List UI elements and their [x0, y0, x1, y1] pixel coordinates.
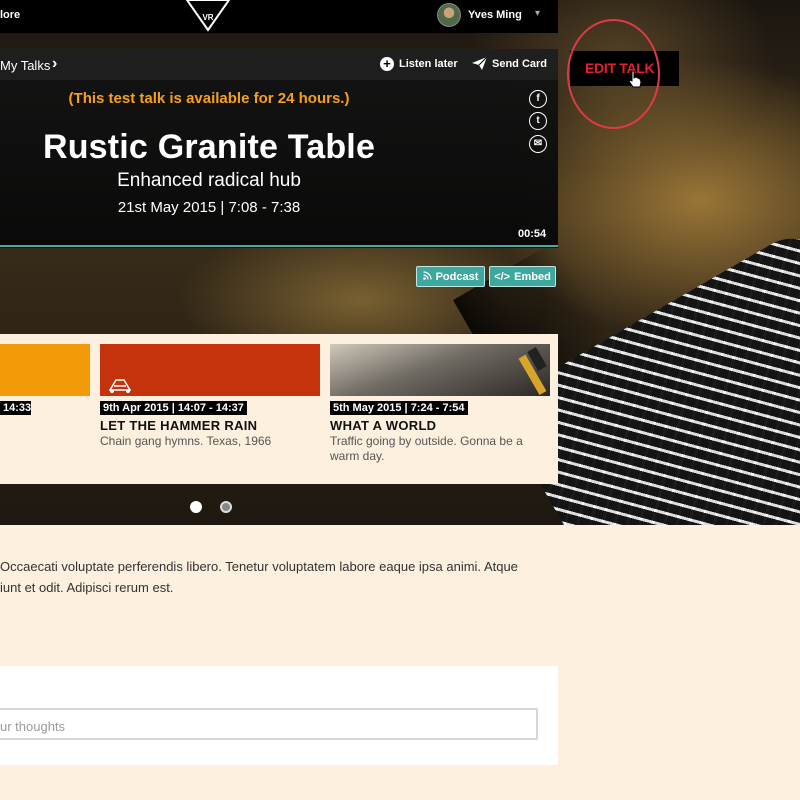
card-time-tag: 5th May 2015 | 7:24 - 7:54 [330, 401, 468, 415]
microphone-photo-icon [518, 346, 547, 396]
card-time: 14:33 [3, 402, 32, 414]
talk-player: My Talks › + Listen later Send Card (Thi… [0, 49, 558, 248]
comment-input[interactable]: ur thoughts [0, 708, 538, 740]
embed-button[interactable]: </> Embed [489, 266, 556, 287]
hand-cursor-icon [628, 70, 642, 88]
availability-notice: (This test talk is available for 24 hour… [68, 90, 350, 107]
user-name[interactable]: Yves Ming [468, 9, 522, 21]
listen-later-button[interactable]: + Listen later [380, 57, 458, 71]
card-title[interactable]: WHAT A WORLD [330, 418, 436, 433]
facebook-icon[interactable]: f [529, 90, 547, 108]
description-line: iunt et odit. Adipisci rerum est. [0, 580, 174, 595]
card-thumbnail[interactable] [100, 344, 320, 396]
card-time: 14:07 - 14:37 [177, 402, 244, 414]
talk-date: 21st May 2015 | 7:08 - 7:38 [117, 199, 301, 216]
card-description: Traffic going by outside. Gonna be a war… [330, 434, 523, 463]
nav-explore-link[interactable]: lore [0, 9, 20, 21]
playback-duration: 00:54 [518, 228, 547, 240]
plus-circle-icon: + [380, 57, 394, 71]
card-title[interactable]: LET THE HAMMER RAIN [100, 418, 257, 433]
user-avatar[interactable] [437, 3, 461, 27]
embed-label: Embed [514, 270, 551, 283]
podcast-button[interactable]: Podcast [416, 266, 485, 287]
card-date: 9th Apr 2015 [103, 402, 169, 414]
email-icon[interactable]: ✉ [529, 135, 547, 153]
card-time-tag: 9th Apr 2015 | 14:07 - 14:37 [100, 401, 247, 415]
hammer-icon [108, 379, 132, 393]
chevron-down-icon[interactable]: ▾ [535, 8, 540, 19]
card-time-tag: 14:33 [0, 401, 31, 415]
talk-title: Rustic Granite Table [42, 128, 376, 166]
twitter-icon[interactable]: t [529, 112, 547, 130]
comment-panel: ur thoughts [0, 666, 558, 765]
breadcrumb-my-talks[interactable]: My Talks [0, 58, 50, 73]
vr-logo-icon[interactable]: VR [185, 0, 231, 32]
podcast-label: Podcast [435, 270, 479, 283]
chevron-right-icon[interactable]: › [52, 55, 57, 73]
card-thumbnail[interactable] [0, 344, 90, 396]
send-card-button[interactable]: Send Card [472, 57, 547, 70]
playback-progress-bar[interactable] [0, 245, 558, 247]
logo-text: VR [202, 13, 213, 22]
card-time: 7:24 - 7:54 [410, 402, 465, 414]
edit-talk-highlight-circle [567, 19, 660, 129]
description-line: Occaecati voluptate perferendis libero. … [0, 559, 518, 574]
top-nav-bar: lore VR Yves Ming ▾ [0, 0, 558, 33]
listen-later-label: Listen later [399, 58, 458, 70]
paper-plane-icon [472, 57, 487, 70]
talk-carousel: 14:33 9th Apr 2015 | 14:07 - 14:37 LET T… [0, 334, 558, 484]
rss-icon [422, 270, 432, 283]
card-date: 5th May 2015 [333, 402, 402, 414]
carousel-dot[interactable] [220, 501, 232, 513]
player-header: My Talks › + Listen later Send Card [0, 49, 558, 80]
send-card-label: Send Card [492, 57, 548, 70]
talk-description: Occaecati voluptate perferendis libero. … [0, 556, 560, 598]
talk-subtitle: Enhanced radical hub [117, 170, 301, 191]
card-thumbnail[interactable] [330, 344, 550, 396]
comment-placeholder: ur thoughts [0, 719, 66, 734]
carousel-dot-active[interactable] [190, 501, 202, 513]
card-description: Chain gang hymns. Texas, 1966 [100, 434, 272, 448]
code-icon: </> [494, 270, 511, 283]
